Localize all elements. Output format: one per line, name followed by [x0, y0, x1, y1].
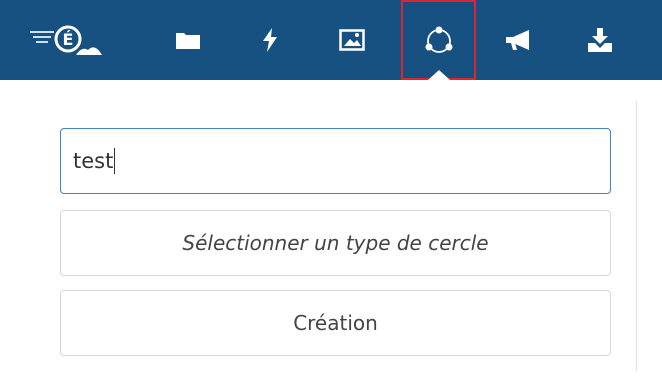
- download-icon: [588, 28, 612, 52]
- panel-divider: [636, 101, 637, 371]
- svg-text:É: É: [63, 30, 74, 49]
- folder-tool[interactable]: [158, 0, 218, 80]
- logo[interactable]: É: [30, 22, 118, 58]
- circle-type-placeholder: Sélectionner un type de cercle: [182, 231, 489, 255]
- megaphone-tool[interactable]: [489, 0, 549, 80]
- download-tool[interactable]: [570, 0, 630, 80]
- lightning-icon: [263, 28, 277, 52]
- megaphone-icon: [506, 30, 529, 50]
- circle-name-value: test: [73, 149, 114, 173]
- image-icon: [339, 29, 365, 51]
- circle-type-select[interactable]: Sélectionner un type de cercle: [60, 210, 611, 276]
- image-tool[interactable]: [322, 0, 382, 80]
- folder-icon: [176, 33, 200, 49]
- share-circle-icon: [425, 26, 452, 53]
- share-circle-tool[interactable]: [401, 0, 476, 80]
- lightning-tool[interactable]: [240, 0, 300, 80]
- create-button-label: Création: [293, 311, 378, 335]
- create-button[interactable]: Création: [60, 290, 611, 356]
- circle-name-input[interactable]: test: [60, 128, 611, 194]
- top-toolbar: É: [0, 0, 662, 80]
- active-tab-pointer: [428, 70, 450, 80]
- text-cursor: [114, 148, 116, 174]
